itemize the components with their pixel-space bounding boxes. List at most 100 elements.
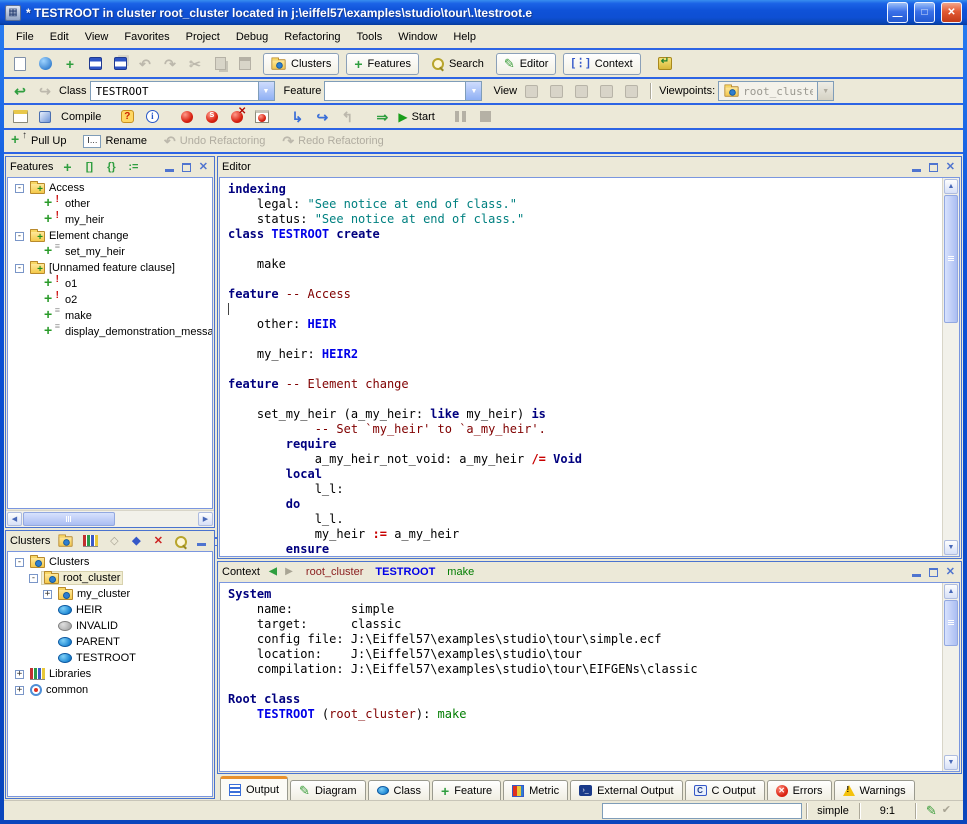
expand-toggle[interactable]: - <box>15 558 24 567</box>
expand-toggle[interactable]: + <box>15 670 24 679</box>
tree-item-testroot[interactable]: TESTROOT <box>8 650 212 666</box>
tab-class[interactable]: Class <box>368 780 431 800</box>
tab-output[interactable]: Output <box>220 776 288 800</box>
editor-panel-close-button[interactable]: ✕ <box>944 161 957 174</box>
assigner-glyph-button[interactable]: := <box>125 159 141 175</box>
clusters-panel-minimize-button[interactable] <box>195 535 208 548</box>
expand-toggle[interactable]: - <box>15 232 24 241</box>
breadcrumb-make[interactable]: make <box>447 566 474 578</box>
scroll-down-arrow[interactable]: ▼ <box>944 755 958 770</box>
tree-item-unnamed-feature-clause[interactable]: -[Unnamed feature clause] <box>8 260 212 276</box>
enable-breakpoints-button[interactable] <box>176 106 198 128</box>
tab-external-output[interactable]: External Output <box>570 780 682 800</box>
check-button[interactable]: ? <box>116 106 138 128</box>
tree-item-element-change[interactable]: -Element change <box>8 228 212 244</box>
scroll-left-arrow[interactable]: ◀ <box>7 512 22 526</box>
breadcrumb-testroot[interactable]: TESTROOT <box>375 566 435 578</box>
add-library-button[interactable] <box>81 533 100 549</box>
scrollbar-track[interactable] <box>116 512 198 526</box>
features-panel-minimize-button[interactable] <box>163 161 176 174</box>
editor-toggle-button[interactable]: ✎Editor <box>496 53 557 75</box>
expand-toggle[interactable]: - <box>15 184 24 193</box>
class-combo[interactable]: TESTROOT <box>90 81 275 101</box>
tree-item-set-my-heir[interactable]: set_my_heir <box>8 244 212 260</box>
menu-help[interactable]: Help <box>445 28 484 46</box>
expand-toggle[interactable]: + <box>43 590 52 599</box>
tree-item-root-cluster[interactable]: -root_cluster <box>8 570 212 586</box>
features-panel-close-button[interactable]: ✕ <box>197 161 210 174</box>
menu-debug[interactable]: Debug <box>228 28 276 46</box>
menu-view[interactable]: View <box>77 28 117 46</box>
find-cluster-button[interactable] <box>172 533 189 549</box>
scroll-down-arrow[interactable]: ▼ <box>944 540 958 555</box>
tab-feature[interactable]: +Feature <box>432 780 501 800</box>
features-toggle-button[interactable]: +Features <box>346 53 419 75</box>
clusters-toggle-button[interactable]: Clusters <box>263 53 339 75</box>
ignore-item-button[interactable]: ◇ <box>106 533 122 549</box>
tab-diagram[interactable]: ✎Diagram <box>290 780 365 800</box>
context-back-button[interactable]: ◀ <box>266 565 280 579</box>
scrollbar-track[interactable] <box>944 647 958 755</box>
start-button[interactable]: ▶Start <box>396 106 436 128</box>
tree-item-make[interactable]: make <box>8 308 212 324</box>
add-feature-glyph-button[interactable]: + <box>59 159 75 175</box>
tree-item-heir[interactable]: HEIR <box>8 602 212 618</box>
brackets-glyph-button[interactable]: [] <box>81 159 97 175</box>
remove-item-button[interactable]: ✕ <box>150 533 166 549</box>
status-search-input[interactable] <box>602 803 802 819</box>
new-class-button[interactable]: + <box>59 53 81 75</box>
tree-item-o2[interactable]: o2 <box>8 292 212 308</box>
melt-button[interactable] <box>34 106 56 128</box>
maximize-button[interactable]: □ <box>914 2 935 23</box>
tree-item-my-cluster[interactable]: +my_cluster <box>8 586 212 602</box>
clusters-tree-body[interactable]: -Clusters-root_cluster+my_clusterHEIRINV… <box>7 551 213 797</box>
search-toggle-button[interactable]: Search <box>426 53 489 75</box>
pull-up-button[interactable]: Pull Up <box>9 130 68 152</box>
menu-project[interactable]: Project <box>178 28 228 46</box>
tab-warnings[interactable]: Warnings <box>834 780 915 800</box>
scroll-up-arrow[interactable]: ▲ <box>944 179 958 194</box>
menu-file[interactable]: File <box>8 28 42 46</box>
expand-toggle[interactable]: + <box>15 686 24 695</box>
scrollbar-thumb[interactable] <box>944 600 958 646</box>
close-button[interactable]: ✕ <box>941 2 962 23</box>
tree-item-other[interactable]: other <box>8 196 212 212</box>
scrollbar-track[interactable] <box>944 324 958 540</box>
context-toggle-button[interactable]: [⋮]Context <box>563 53 640 75</box>
menu-window[interactable]: Window <box>390 28 445 46</box>
open-project-settings-button[interactable] <box>9 106 31 128</box>
tree-item-clusters[interactable]: -Clusters <box>8 554 212 570</box>
new-document-button[interactable] <box>9 53 31 75</box>
context-panel-close-button[interactable]: ✕ <box>944 566 957 579</box>
override-item-button[interactable]: ◆ <box>128 533 144 549</box>
minimize-button[interactable]: — <box>887 2 908 23</box>
add-cluster-button[interactable] <box>56 533 75 549</box>
external-commands-button[interactable] <box>654 53 676 75</box>
breadcrumb-root-cluster[interactable]: root_cluster <box>306 566 363 578</box>
scroll-up-arrow[interactable]: ▲ <box>944 584 958 599</box>
tab-errors[interactable]: ✕Errors <box>767 780 832 800</box>
menu-edit[interactable]: Edit <box>42 28 77 46</box>
save-button[interactable] <box>84 53 106 75</box>
scrollbar-thumb[interactable] <box>23 512 115 526</box>
tree-item-display-demonstration-messa[interactable]: display_demonstration_messa <box>8 324 212 340</box>
scroll-right-arrow[interactable]: ▶ <box>198 512 213 526</box>
tree-item-my-heir[interactable]: my_heir <box>8 212 212 228</box>
menu-favorites[interactable]: Favorites <box>116 28 177 46</box>
scrollbar-thumb[interactable] <box>944 195 958 323</box>
feature-combo[interactable] <box>324 81 482 101</box>
tree-item-libraries[interactable]: +Libraries <box>8 666 212 682</box>
features-panel-maximize-button[interactable] <box>180 161 193 174</box>
expand-toggle[interactable]: - <box>15 264 24 273</box>
tab-c-output[interactable]: C Output <box>685 780 765 800</box>
features-tree-body[interactable]: -Accessothermy_heir-Element changeset_my… <box>7 177 213 509</box>
context-panel-minimize-button[interactable] <box>910 566 923 579</box>
run-ignoring-breakpoints-button[interactable]: ⇒ <box>371 106 393 128</box>
editor-text-area[interactable]: indexing legal: "See notice at end of cl… <box>220 178 942 556</box>
remove-breakpoints-button[interactable] <box>226 106 248 128</box>
tree-item-common[interactable]: +common <box>8 682 212 698</box>
editor-panel-minimize-button[interactable] <box>910 161 923 174</box>
menu-refactoring[interactable]: Refactoring <box>276 28 348 46</box>
compile-button[interactable]: Compile <box>59 106 103 128</box>
menu-tools[interactable]: Tools <box>349 28 391 46</box>
